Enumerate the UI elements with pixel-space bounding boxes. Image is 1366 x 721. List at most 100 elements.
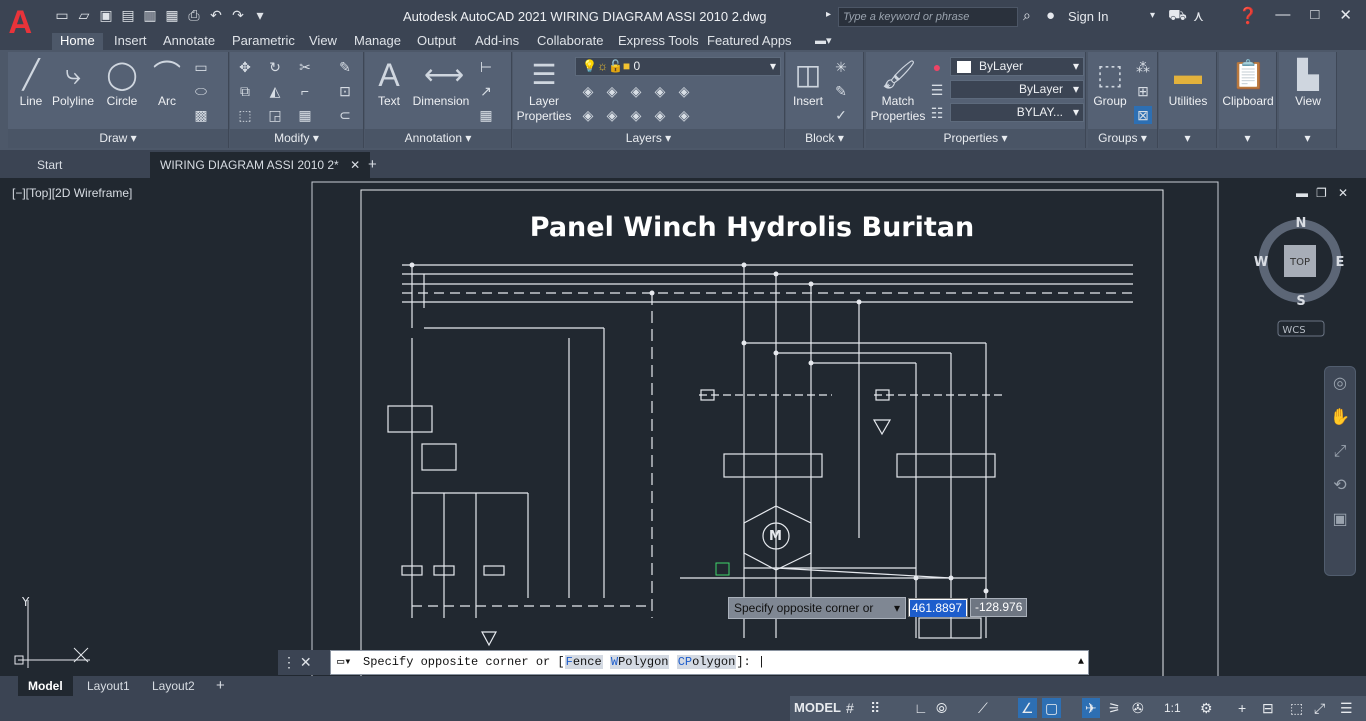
command-prompt-icon[interactable]: ▭▾ [337,651,351,674]
match-properties-button[interactable]: 🖌 Match Properties [868,58,928,124]
tab-start[interactable]: Start [37,152,62,178]
polar-icon[interactable]: ⦾ [936,698,947,718]
chevron-right-icon[interactable]: ▸ [826,9,831,20]
zoom-extents-icon[interactable]: ⤢ [1325,435,1355,469]
chevron-down-icon[interactable]: ▾ [1150,10,1155,21]
undo-icon[interactable]: ↶ [208,7,224,23]
dimension-button[interactable]: ⟷ Dimension [411,58,471,109]
steering-wheel-icon[interactable]: ◎ [1325,367,1355,401]
erase-icon[interactable]: ✎ [336,58,354,76]
line-button[interactable]: ╱ Line [14,58,48,109]
utilities-button[interactable]: ▬ Utilities [1161,58,1215,109]
new-tab-button[interactable]: + [368,152,377,178]
tab-view[interactable]: View [309,33,337,50]
view-expand[interactable]: ▾ [1279,129,1336,148]
user-icon[interactable]: ● [1046,7,1055,24]
osnap-tracking-icon[interactable]: ∠ [1018,698,1037,718]
layer-tool-3-icon[interactable]: ◈ [627,82,645,100]
plot-icon[interactable]: ⎙ [186,7,202,23]
move-icon[interactable]: ✥ [236,58,254,76]
utilities-expand[interactable]: ▾ [1159,129,1216,148]
annotation-panel-title[interactable]: Annotation ▾ [365,129,511,148]
object-snap-icon[interactable]: ▢ [1042,698,1062,718]
orbit-icon[interactable]: ⟲ [1325,469,1355,503]
sign-in-link[interactable]: Sign In [1068,9,1108,24]
multileader-icon[interactable]: ↗ [477,82,495,100]
lineweight-dropdown[interactable]: BYLAY... ▾ [950,103,1084,122]
hatch-icon[interactable]: ▩ [192,106,210,124]
pan-icon[interactable]: ✋ [1325,401,1355,435]
new-icon[interactable]: ▭ [54,7,70,23]
tab-drawing[interactable]: WIRING DIAGRAM ASSI 2010 2* ✕ [150,152,371,178]
layer-tool-6-icon[interactable]: ◈ [579,106,597,124]
viewport-close-icon[interactable]: ✕ [1338,186,1348,200]
open-web-icon[interactable]: ▥ [142,7,158,23]
grid-icon[interactable]: # [846,698,854,718]
scale-icon[interactable]: ◲ [266,106,284,124]
customize-icon[interactable]: ▾ [252,7,268,23]
viewport-restore-icon[interactable]: ❐ [1316,186,1327,200]
scale-dropdown[interactable]: 1:1 [1164,698,1181,718]
layer-tool-5-icon[interactable]: ◈ [675,82,693,100]
lineweight-icon[interactable]: ☷ [928,104,946,122]
ortho-icon[interactable]: ∟ [914,698,928,718]
group-button[interactable]: ⬚ Group [1090,58,1130,109]
tab-parametric[interactable]: Parametric [232,33,295,50]
viewport-minimize-icon[interactable]: ▬ [1296,186,1308,200]
arrow-down-icon[interactable]: ▾ [894,598,900,618]
layer-tool-2-icon[interactable]: ◈ [603,82,621,100]
layer-tool-4-icon[interactable]: ◈ [651,82,669,100]
layer-tool-7-icon[interactable]: ◈ [603,106,621,124]
history-icon[interactable]: ▲ [1078,651,1084,674]
array-icon[interactable]: ▦ [296,106,314,124]
tab-featured-apps[interactable]: Featured Apps [707,33,792,50]
ellipse-icon[interactable]: ⬭ [192,82,210,100]
draw-panel-title[interactable]: Draw ▾ [8,129,228,148]
save-web-icon[interactable]: ▦ [164,7,180,23]
help-icon[interactable]: ❓ [1238,6,1258,26]
cart-icon[interactable]: ⛟ [1168,7,1187,26]
customize-icon[interactable]: ☰ [1340,698,1353,718]
option-cpolygon[interactable]: CPolygon [676,655,737,669]
edit-block-icon[interactable]: ✎ [832,82,850,100]
polyline-button[interactable]: ⤷ Polyline [50,58,96,109]
annotation-scale-icon[interactable]: ✇ [1132,698,1144,718]
group-select-icon[interactable]: ⊠ [1134,106,1152,124]
open-icon[interactable]: ▱ [76,7,92,23]
isolate-icon[interactable]: ⊟ [1262,698,1274,718]
tab-layout1[interactable]: Layout1 [77,676,140,696]
model-space-button[interactable]: MODEL [794,698,841,718]
layer-dropdown[interactable]: 💡☼🔓■ 0 ▾ [575,57,781,76]
create-block-icon[interactable]: ✳ [832,58,850,76]
isodraft-icon[interactable]: ⟋ [978,698,988,718]
insert-block-button[interactable]: ◫ Insert [788,58,828,109]
minimize-icon[interactable]: — [1275,6,1290,24]
maximize-icon[interactable]: □ [1310,6,1319,24]
stretch-icon[interactable]: ⬚ [236,106,254,124]
search-input[interactable]: Type a keyword or phrase [838,7,1018,27]
layer-tool-8-icon[interactable]: ◈ [627,106,645,124]
clipboard-expand[interactable]: ▾ [1219,129,1276,148]
close-icon[interactable]: ✕ [1339,6,1352,24]
properties-panel-title[interactable]: Properties ▾ [866,129,1085,148]
redo-icon[interactable]: ↷ [230,7,246,23]
text-button[interactable]: A Text [369,58,409,109]
circle-button[interactable]: ◯ Circle [104,58,140,109]
command-input[interactable]: ▭▾ Specify opposite corner or [Fence WPo… [330,650,1089,675]
auto-scale-icon[interactable]: ⚞ [1108,698,1121,718]
groups-panel-title[interactable]: Groups ▾ [1088,129,1157,148]
close-icon[interactable]: ✕ [300,654,312,670]
offset-icon[interactable]: ⊂ [336,106,354,124]
showmotion-icon[interactable]: ▣ [1325,503,1355,537]
fullscreen-icon[interactable]: ⤢ [1314,698,1325,718]
search-icon[interactable]: ⌕ [1023,7,1031,24]
clipboard-button[interactable]: 📋 Clipboard [1221,58,1275,109]
tab-express-tools[interactable]: Express Tools [618,33,699,50]
ribbon-toggle-icon[interactable]: ▬▾ [815,33,832,50]
layer-tool-1-icon[interactable]: ◈ [579,82,597,100]
coordinate-x-input[interactable]: 461.8897 [908,598,968,617]
exchange-icon[interactable]: ⋏ [1193,7,1204,25]
add-layout-icon[interactable]: + [206,676,235,696]
rectangle-icon[interactable]: ▭ [192,58,210,76]
linetype-dropdown[interactable]: ByLayer ▾ [950,80,1084,99]
